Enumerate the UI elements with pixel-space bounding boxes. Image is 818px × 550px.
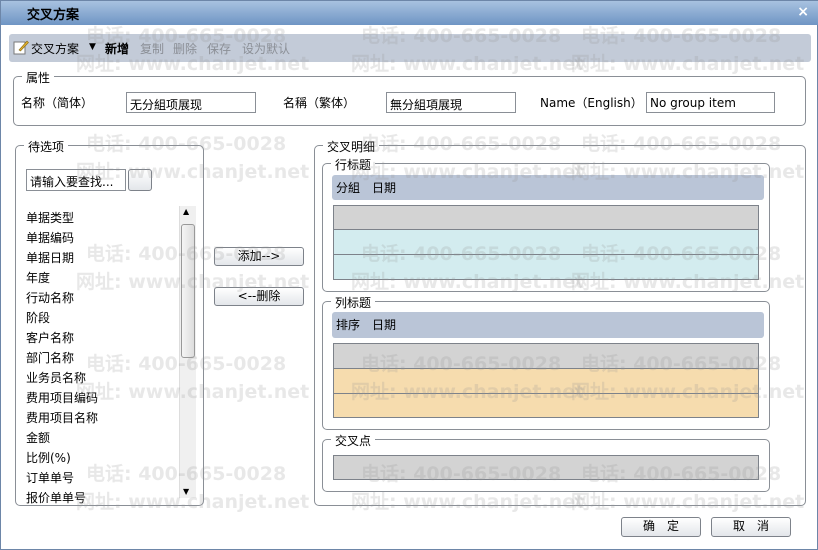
col-header-slot[interactable] <box>333 368 759 394</box>
row-header-slot[interactable] <box>333 205 759 230</box>
row-header-legend: 行标题 <box>331 156 376 173</box>
scroll-up-icon[interactable]: ▲ <box>183 207 189 216</box>
properties-legend: 属性 <box>22 69 55 86</box>
new-button[interactable]: 新增 <box>105 40 129 57</box>
scroll-down-icon[interactable]: ▼ <box>183 487 189 496</box>
candidate-item[interactable]: 业务员名称 <box>26 369 86 386</box>
simplified-name-input[interactable]: 无分組项展现 <box>126 92 256 113</box>
edit-icon <box>13 39 29 58</box>
cross-detail-legend: 交叉明细 <box>323 138 380 155</box>
remove-button[interactable]: <--删除 <box>214 287 304 306</box>
col-header-legend: 列标题 <box>331 294 376 311</box>
candidate-item[interactable]: 部门名称 <box>26 349 74 366</box>
scrollbar[interactable]: ▲ ▼ <box>179 206 196 498</box>
row-header-slot[interactable] <box>333 254 759 280</box>
cancel-button[interactable]: 取 消 <box>711 517 791 537</box>
candidate-item[interactable]: 金额 <box>26 429 50 446</box>
candidate-item[interactable]: 阶段 <box>26 309 50 326</box>
copy-button[interactable]: 复制 <box>140 40 164 57</box>
delete-button[interactable]: 删除 <box>173 40 197 57</box>
row-header-slot[interactable] <box>333 229 759 255</box>
candidate-item[interactable]: 行动名称 <box>26 289 74 306</box>
add-button[interactable]: 添加--> <box>214 247 304 266</box>
candidate-item[interactable]: 比例(%) <box>26 449 71 466</box>
save-button[interactable]: 保存 <box>207 40 231 57</box>
english-name-input[interactable]: No group item <box>646 92 775 113</box>
candidate-item[interactable]: 客户名称 <box>26 329 74 346</box>
english-name-label: Name（English） <box>540 96 643 110</box>
traditional-name-label: 名稱（繁体） <box>283 96 356 110</box>
close-icon[interactable]: × <box>797 4 809 20</box>
candidate-item[interactable]: 费用项目名称 <box>26 409 98 426</box>
search-button[interactable] <box>128 169 152 191</box>
toolbar: 交叉方案 ▼ 新增 复制 删除 保存 设为默认 <box>9 34 811 62</box>
candidate-item[interactable]: 年度 <box>26 269 50 286</box>
search-input[interactable]: 请输入要查找... <box>26 169 126 191</box>
window-title: 交叉方案 <box>27 8 80 23</box>
cross-point-legend: 交叉点 <box>331 432 376 449</box>
row-header-fields[interactable]: 分組 日期 <box>332 175 764 200</box>
candidate-item[interactable]: 单据日期 <box>26 249 74 266</box>
scheme-menu[interactable]: 交叉方案 <box>31 40 79 57</box>
cross-point-slot[interactable] <box>333 455 759 480</box>
col-header-slot[interactable] <box>333 393 759 418</box>
simplified-name-label: 名称（简体） <box>21 96 94 110</box>
candidate-item[interactable]: 订单单号 <box>26 469 74 486</box>
scrollbar-thumb[interactable] <box>181 224 195 358</box>
candidate-item[interactable]: 单据编码 <box>26 229 74 246</box>
candidate-item[interactable]: 费用项目编码 <box>26 389 98 406</box>
traditional-name-input[interactable]: 無分組項展現 <box>386 92 516 113</box>
set-default-button[interactable]: 设为默认 <box>242 40 290 57</box>
candidates-legend: 待选项 <box>24 138 69 155</box>
candidate-item[interactable]: 报价单单号 <box>26 489 86 506</box>
col-header-fields[interactable]: 排序 日期 <box>332 312 764 338</box>
title-bar <box>1 1 818 25</box>
candidate-item[interactable]: 单据类型 <box>26 209 74 226</box>
ok-button[interactable]: 确 定 <box>621 517 701 537</box>
col-header-slot[interactable] <box>333 343 759 369</box>
chevron-down-icon[interactable]: ▼ <box>89 42 96 52</box>
